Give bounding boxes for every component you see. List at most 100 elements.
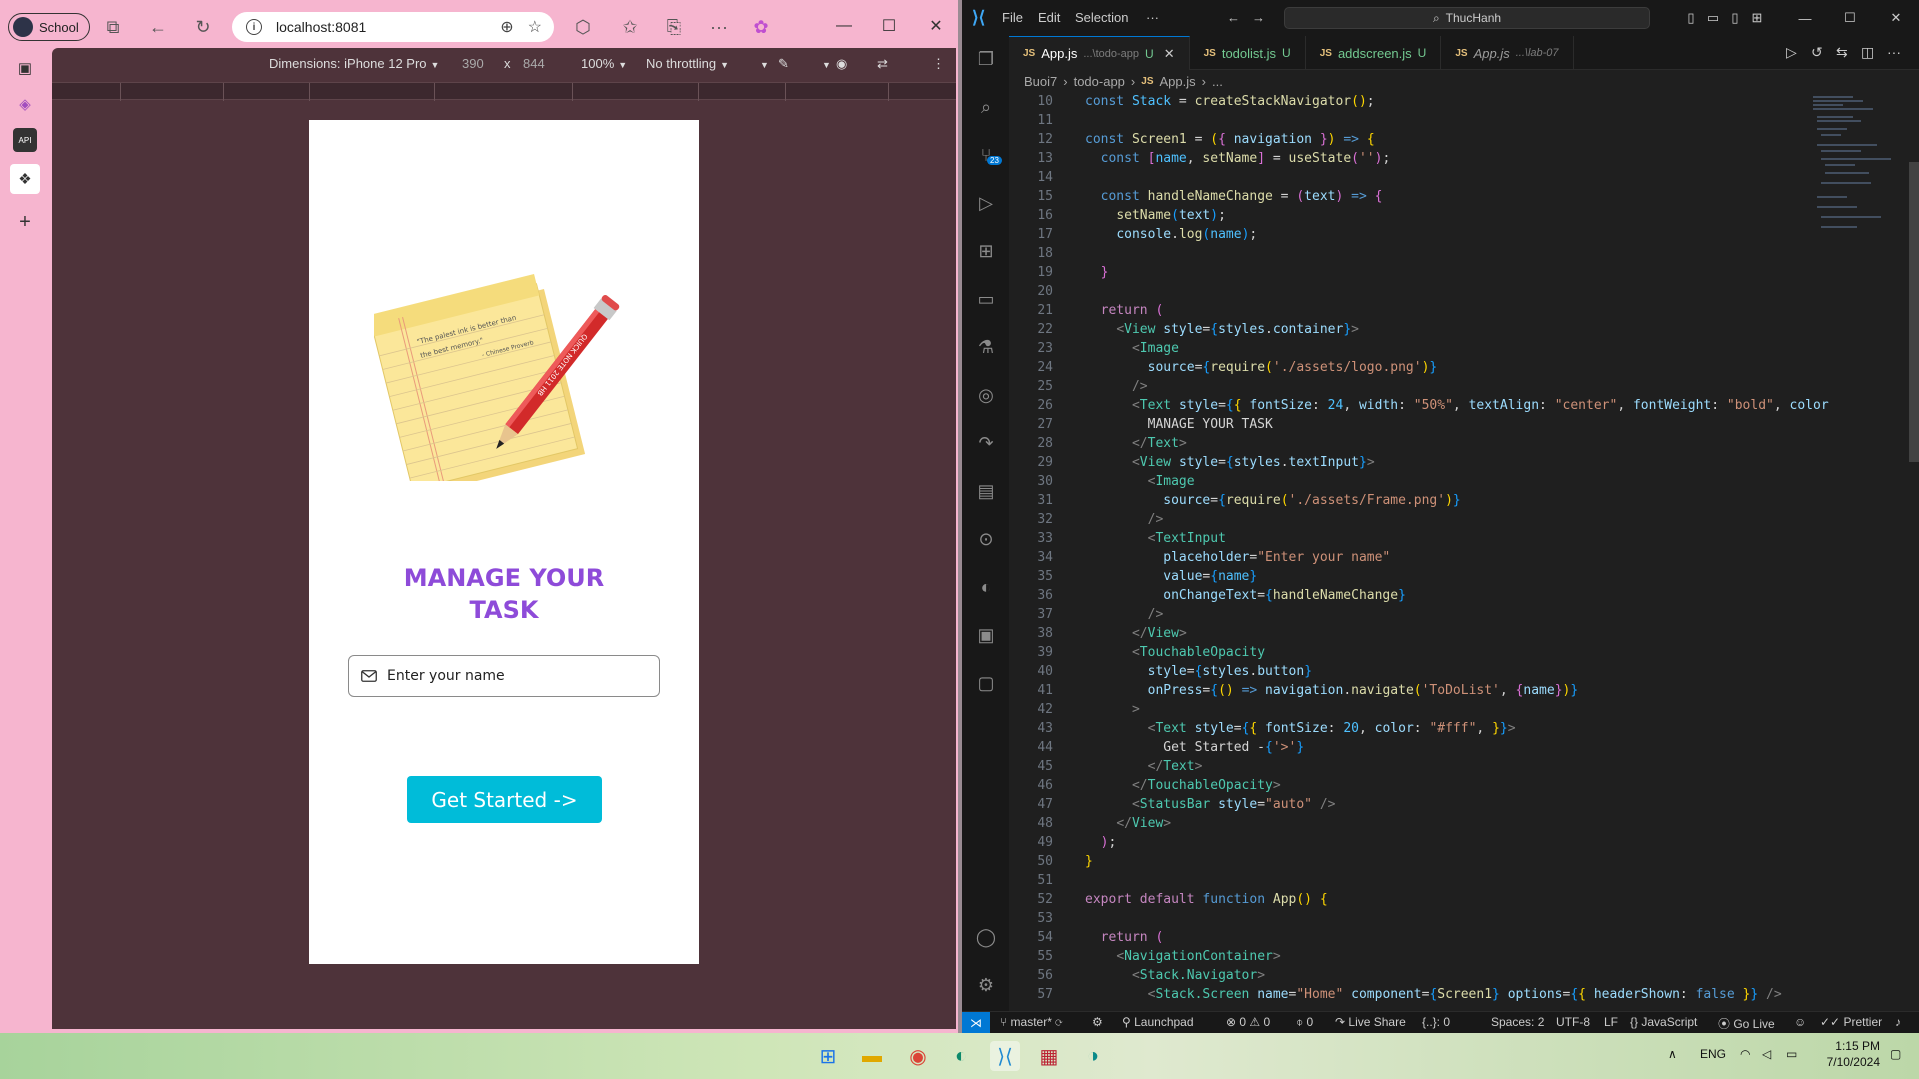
edge-dev-icon[interactable]: ◐ xyxy=(946,1041,976,1071)
editor-more-icon[interactable]: ··· xyxy=(1887,44,1901,60)
testing-icon[interactable]: ⚗ xyxy=(973,334,999,360)
language-indicator[interactable]: ENG xyxy=(1700,1047,1726,1061)
encoding-status[interactable]: UTF-8 xyxy=(1556,1015,1590,1029)
tab-app-js-todo[interactable]: JS App.js ...\todo-app U ✕ xyxy=(1009,36,1190,70)
folder-icon[interactable]: ▤ xyxy=(973,478,999,504)
menu-edit[interactable]: Edit xyxy=(1038,10,1060,25)
zoom-select[interactable]: 100% ▼ xyxy=(581,56,627,71)
breadcrumb-item[interactable]: ... xyxy=(1212,74,1223,89)
maximize-icon[interactable]: ☐ xyxy=(874,12,904,40)
close-tab-icon[interactable]: ✕ xyxy=(1164,46,1175,62)
back-icon[interactable]: ← xyxy=(145,14,171,40)
nav-back-icon[interactable]: ← xyxy=(1227,10,1240,25)
timeline-icon[interactable]: ↺ xyxy=(1811,44,1823,61)
eol-status[interactable]: LF xyxy=(1604,1015,1618,1029)
menu-file[interactable]: File xyxy=(1002,10,1023,25)
device-height[interactable]: 844 xyxy=(523,56,545,71)
problems-status[interactable]: ⊗ 0 ⚠ 0 xyxy=(1226,1015,1270,1029)
vscode-taskbar-icon[interactable]: ⟩⟨ xyxy=(990,1041,1020,1071)
collections-icon[interactable]: ⎘ xyxy=(661,14,687,40)
get-started-button[interactable]: Get Started -> xyxy=(407,776,602,823)
file-explorer-icon[interactable]: ▬ xyxy=(857,1041,887,1071)
name-input[interactable] xyxy=(387,668,627,684)
toggle-secondary-sidebar-icon[interactable]: ▯ xyxy=(1726,9,1744,27)
remote-explorer-icon[interactable]: ▭ xyxy=(973,286,999,312)
active-tab-icon[interactable]: ❖ xyxy=(10,164,40,194)
editor-scrollbar[interactable] xyxy=(1907,92,1919,1010)
name-field[interactable] xyxy=(348,655,660,697)
toggle-sidebar-icon[interactable]: ▯ xyxy=(1682,9,1700,27)
breadcrumb-item[interactable]: App.js xyxy=(1160,74,1196,89)
database-icon[interactable]: ▣ xyxy=(973,622,999,648)
breadcrumb-item[interactable]: todo-app xyxy=(1074,74,1125,89)
device-dimensions-select[interactable]: Dimensions: iPhone 12 Pro ▼ xyxy=(269,56,439,71)
copilot-status-icon[interactable]: ☺ xyxy=(1794,1015,1806,1029)
rotate-icon[interactable]: ⇄ xyxy=(877,56,888,72)
run-debug-icon[interactable]: ▷ xyxy=(973,190,999,216)
extensions-view-icon[interactable]: ⊞ xyxy=(973,238,999,264)
language-status[interactable]: {} JavaScript xyxy=(1630,1015,1697,1029)
scroll-thumb[interactable] xyxy=(1909,162,1919,462)
clock-date[interactable]: 7/10/2024 xyxy=(1820,1055,1880,1069)
extensions-icon[interactable]: ⬡ xyxy=(570,14,596,40)
chat-icon[interactable]: ▢ xyxy=(973,670,999,696)
git-graph-icon[interactable]: ⊙ xyxy=(973,526,999,552)
manage-gear-icon[interactable]: ⚙ xyxy=(973,972,999,998)
app-grid-icon[interactable]: ▦ xyxy=(1034,1041,1064,1071)
eyedropper-icon[interactable]: ✎ xyxy=(778,56,789,72)
tab-todolist-js[interactable]: JS todolist.js U xyxy=(1190,36,1306,70)
menu-more[interactable]: ··· xyxy=(1146,10,1159,25)
favorites-icon[interactable]: ✩ xyxy=(617,14,643,40)
remote-indicator-icon[interactable]: ⋊ xyxy=(962,1012,990,1034)
wifi-icon[interactable]: ◠ xyxy=(1740,1047,1750,1061)
launchpad-status[interactable]: ⚲ Launchpad xyxy=(1122,1015,1194,1029)
edge-beta-icon[interactable]: ◑ xyxy=(1078,1041,1108,1071)
nav-forward-icon[interactable]: → xyxy=(1252,10,1265,25)
volume-icon[interactable]: ◁ xyxy=(1762,1047,1771,1061)
gitlens-icon[interactable]: ◎ xyxy=(973,382,999,408)
command-center-search[interactable]: ⌕ ThucHanh xyxy=(1284,7,1650,29)
chrome-icon[interactable]: ◉ xyxy=(903,1041,933,1071)
close-icon[interactable]: ✕ xyxy=(921,12,951,40)
edge-tools-icon[interactable]: ◐ xyxy=(973,574,999,600)
code-editor[interactable]: 10 const Stack = createStackNavigator(); … xyxy=(1009,92,1839,1010)
go-live-status[interactable]: ⦿ Go Live xyxy=(1718,1015,1775,1032)
copilot-icon[interactable]: ✿ xyxy=(748,14,774,40)
prettier-status[interactable]: ✓✓ Prettier xyxy=(1820,1015,1882,1029)
tab-app-js-lab07[interactable]: JS App.js ...\lab-07 xyxy=(1441,36,1574,70)
zoom-icon[interactable]: ⊕ xyxy=(500,17,513,37)
brackets-status[interactable]: {..}: 0 xyxy=(1422,1015,1450,1029)
explorer-icon[interactable]: ❐ xyxy=(973,46,999,72)
more-menu-icon[interactable]: ··· xyxy=(706,14,732,40)
mock-api-icon[interactable]: API xyxy=(13,128,37,152)
site-info-icon[interactable]: i xyxy=(246,19,262,35)
source-control-icon[interactable]: ⑂ 23 xyxy=(973,142,1002,168)
tab-actions-icon[interactable]: ▣ xyxy=(13,56,37,80)
refresh-icon[interactable]: ↻ xyxy=(190,14,216,40)
throttling-select[interactable]: No throttling ▼ xyxy=(646,56,729,71)
profile-button[interactable]: School xyxy=(8,13,90,41)
notification-center-icon[interactable]: ▢ xyxy=(1890,1047,1901,1061)
run-icon[interactable]: ▷ xyxy=(1786,44,1797,61)
sensors-dropdown-icon[interactable]: ▼ xyxy=(818,56,831,71)
minimize-icon[interactable]: — xyxy=(829,12,859,40)
ports-status[interactable]: ⌽ 0 xyxy=(1296,1015,1313,1030)
tray-overflow-icon[interactable]: ∧ xyxy=(1668,1047,1677,1061)
compare-icon[interactable]: ⇆ xyxy=(1836,44,1848,61)
vscode-maximize-icon[interactable]: ☐ xyxy=(1841,9,1859,27)
breadcrumb-item[interactable]: Buoi7 xyxy=(1024,74,1057,89)
live-share-icon[interactable]: ↷ xyxy=(973,430,999,456)
menu-selection[interactable]: Selection xyxy=(1075,10,1128,25)
new-tab-icon[interactable]: + xyxy=(13,210,37,234)
live-share-status[interactable]: ↷ Live Share xyxy=(1335,1015,1406,1029)
kebab-menu-icon[interactable]: ⋮ xyxy=(932,56,945,72)
tab-addscreen-js[interactable]: JS addscreen.js U xyxy=(1306,36,1442,70)
workspaces-icon[interactable]: ⧉ xyxy=(100,14,126,40)
indentation-status[interactable]: Spaces: 2 xyxy=(1491,1015,1544,1029)
customize-layout-icon[interactable]: ⊞ xyxy=(1748,9,1766,27)
git-branch[interactable]: ⑂ master* ⟳ xyxy=(1000,1015,1062,1029)
figma-icon[interactable]: ◈ xyxy=(13,92,37,116)
toggle-panel-icon[interactable]: ▭ xyxy=(1704,9,1722,27)
vscode-close-icon[interactable]: ✕ xyxy=(1887,9,1905,27)
vscode-minimize-icon[interactable]: — xyxy=(1796,9,1814,27)
